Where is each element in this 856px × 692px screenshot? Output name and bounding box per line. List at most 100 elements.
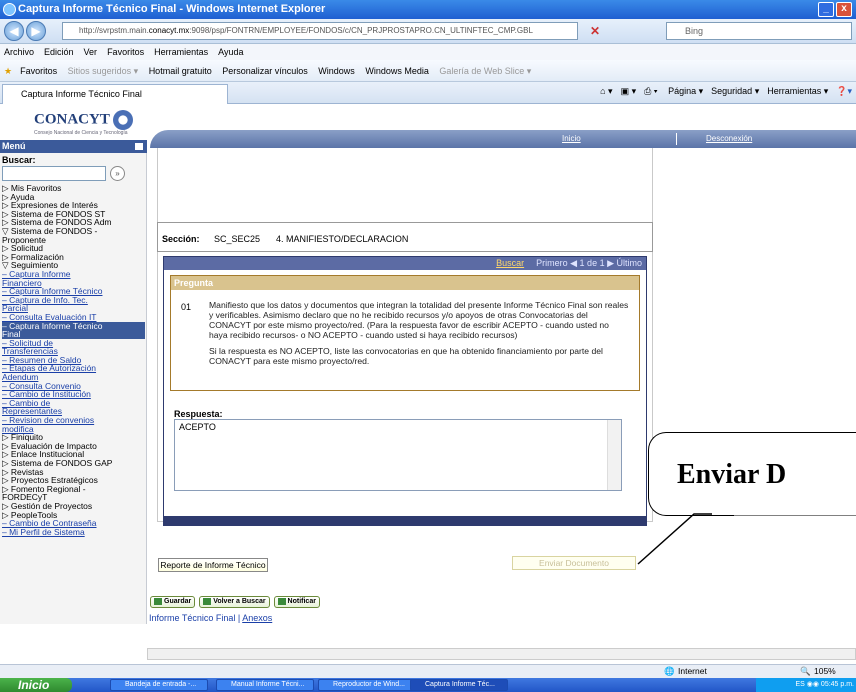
pregunta-number: 01 (181, 302, 192, 312)
close-icon[interactable]: x (836, 2, 852, 17)
notify-icon (277, 597, 286, 605)
tab-captura[interactable]: Captura Informe Técnico Final (2, 84, 228, 104)
collapse-icon[interactable] (135, 143, 143, 150)
home-icon[interactable]: ⌂ ▾ (600, 86, 612, 96)
guardar-label: Guardar (164, 598, 192, 605)
magnifier-icon (203, 597, 212, 605)
window-title: Captura Informe Técnico Final - Windows … (18, 3, 326, 15)
ie-logo-icon (3, 3, 16, 16)
task-captura[interactable]: Captura Informe Téc... (410, 679, 508, 691)
page-menu[interactable]: Página ▾ (668, 86, 703, 96)
fav-windows-media[interactable]: Windows Media (365, 66, 429, 76)
star-icon: ★ (4, 66, 13, 76)
respuesta-textarea[interactable]: ACEPTO (174, 419, 622, 491)
url-path: :9098/psp/FONTRN/EMPLOYEE/FONDOS/c/CN_PR… (189, 26, 533, 35)
pregunta-header: Pregunta (171, 276, 639, 290)
sidebar-menu: Menú Buscar: » ▷ Mis Favoritos ▷ Ayuda ▷ E… (0, 140, 147, 624)
save-icon (154, 597, 162, 605)
fav-personalizar[interactable]: Personalizar vínculos (222, 66, 308, 76)
logo-text: CONACYT (34, 111, 110, 128)
start-button[interactable]: Inicio (0, 678, 72, 692)
conacyt-emblem-icon (113, 110, 134, 130)
section-code: SC_SEC25 (214, 234, 261, 244)
task-reproductor[interactable]: Reproductor de Wind... (318, 679, 416, 691)
clock: 05:45 p.m. (820, 681, 854, 688)
respuesta-label: Respuesta: (174, 409, 223, 419)
toolbar-buttons: Guardar Volver a Buscar Notificar (150, 596, 322, 610)
security-menu[interactable]: Seguridad ▾ (711, 86, 759, 96)
grid-footer (164, 516, 646, 526)
task-label: Captura Informe Téc... (425, 681, 495, 688)
task-bandeja[interactable]: Bandeja de entrada -... (110, 679, 208, 691)
callout-pointer (637, 512, 856, 565)
back-icon[interactable]: ◀ (4, 21, 24, 41)
nav-divider (676, 133, 677, 145)
pregunta-box: Pregunta 01 Manifiesto que los datos y d… (170, 275, 640, 391)
zone-label: Internet (678, 666, 707, 676)
volver-buscar-button[interactable]: Volver a Buscar (199, 596, 270, 608)
sidebar-menu-item[interactable]: – Captura Informe Técnico (2, 321, 145, 331)
menu-list: ▷ Mis Favoritos ▷ Ayuda ▷ Expresiones de I… (2, 184, 145, 536)
anexos-link[interactable]: Anexos (242, 613, 272, 623)
grid-buscar-link[interactable]: Buscar (496, 258, 524, 268)
fav-suggested[interactable]: Sitios sugeridos ▾ (68, 66, 139, 76)
help-icon[interactable]: ❓▾ (836, 86, 852, 96)
url-prefix: http://svrpstm.main. (79, 26, 149, 35)
grid-header: Buscar Primero ◀ 1 de 1 ▶ Último (164, 257, 646, 270)
page-links: Informe Técnico Final | Anexos (149, 613, 272, 623)
menu-favoritos[interactable]: Favoritos (107, 47, 144, 57)
forward-icon[interactable]: ▶ (26, 21, 46, 41)
lang-indicator[interactable]: ES (795, 681, 804, 688)
logo-subtitle: Consejo Nacional de Ciencia y Tecnología (34, 130, 128, 136)
pregunta-text-1: Manifiesto que los datos y documentos qu… (209, 300, 629, 340)
section-name: 4. MANIFIESTO/DECLARACION (276, 234, 409, 244)
grid-paging[interactable]: Primero ◀ 1 de 1 ▶ Último (536, 258, 642, 268)
globe-icon: 🌐 (664, 666, 675, 676)
system-tray: ES ◉◉ 05:45 p.m. (756, 678, 856, 692)
address-bar: ◀ ▶ http://svrpstm.main.conacyt.mx:9098/… (0, 19, 856, 44)
search-input[interactable]: Bing (666, 22, 852, 40)
desconexion-link[interactable]: Desconexión (706, 134, 752, 143)
pregunta-text-2: Si la respuesta es NO ACEPTO, liste las … (209, 346, 603, 366)
menu-ver[interactable]: Ver (84, 47, 98, 57)
menu-archivo[interactable]: Archivo (4, 47, 34, 57)
enviar-documento-button[interactable]: Enviar Documento (512, 556, 636, 570)
notificar-label: Notificar (287, 598, 316, 605)
textarea-scrollbar[interactable] (607, 420, 621, 490)
notificar-button[interactable]: Notificar (273, 596, 320, 608)
favorites-button[interactable]: Favoritos (20, 66, 57, 76)
horizontal-scrollbar[interactable] (147, 648, 856, 660)
tools-menu[interactable]: Herramientas ▾ (767, 86, 828, 96)
fav-windows[interactable]: Windows (318, 66, 355, 76)
search-go-icon[interactable]: » (110, 166, 125, 181)
pregunta-text: Manifiesto que los datos y documentos qu… (209, 300, 629, 366)
informe-final-link: Informe Técnico Final (149, 613, 236, 623)
search-provider: Bing (685, 26, 704, 36)
task-manual[interactable]: Manual Informe Técni... (216, 679, 314, 691)
section-box: Sección: SC_SEC25 4. MANIFIESTO/DECLARAC… (157, 222, 653, 252)
taskbar: Inicio Bandeja de entrada -... Manual In… (0, 678, 856, 692)
menu-herramientas[interactable]: Herramientas (154, 47, 208, 57)
menu-ayuda[interactable]: Ayuda (218, 47, 243, 57)
respuesta-value: ACEPTO (179, 422, 216, 432)
sidebar-menu-item[interactable]: – Mi Perfil de Sistema (2, 528, 145, 537)
tab-bar: Captura Informe Técnico Final ⌂ ▾ ▣ ▾ ⎙ ▾ … (0, 82, 856, 104)
sidebar-search-input[interactable] (2, 166, 106, 181)
minimize-icon[interactable]: _ (818, 2, 834, 17)
command-bar: ⌂ ▾ ▣ ▾ ⎙ ▾ Página ▾ Seguridad ▾ Herramienta… (592, 86, 852, 97)
guardar-button[interactable]: Guardar (150, 596, 196, 608)
zoom-level[interactable]: 105% (814, 665, 836, 678)
menu-edicion[interactable]: Edición (44, 47, 74, 57)
zoom-icon[interactable]: 🔍 (800, 665, 811, 678)
fav-hotmail[interactable]: Hotmail gratuito (149, 66, 212, 76)
stop-icon[interactable]: ✕ (590, 24, 600, 38)
inicio-link[interactable]: Inicio (562, 134, 581, 143)
url-field[interactable]: http://svrpstm.main.conacyt.mx:9098/psp/… (62, 22, 578, 40)
task-label: Bandeja de entrada -... (125, 681, 197, 688)
feeds-icon[interactable]: ▣ ▾ (621, 86, 637, 96)
fav-web-slice[interactable]: Galería de Web Slice ▾ (439, 66, 531, 76)
reporte-informe-button[interactable]: Reporte de Informe Técnico (158, 558, 268, 572)
header-nav-bar: Inicio Desconexión (150, 130, 856, 148)
status-bar: 🌐 Internet 🔍 105% (0, 664, 856, 678)
print-icon[interactable]: ⎙ ▾ (644, 86, 657, 96)
